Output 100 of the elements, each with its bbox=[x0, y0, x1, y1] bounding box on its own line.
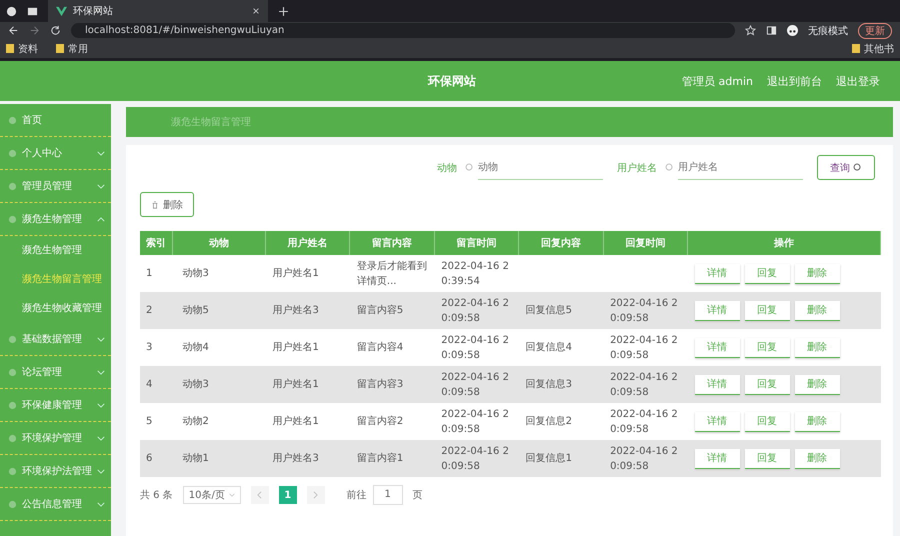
page-button[interactable]: 1 bbox=[278, 486, 297, 504]
star-icon[interactable] bbox=[745, 25, 756, 36]
sidebar-item[interactable]: 个人中心 bbox=[0, 137, 111, 170]
forward-icon[interactable] bbox=[29, 25, 40, 36]
action-button[interactable]: 删除 bbox=[794, 374, 840, 394]
sidebar-subitem[interactable]: 濒危生物管理 bbox=[0, 236, 111, 265]
column-header: 用户姓名 bbox=[266, 231, 350, 255]
action-button[interactable]: 回复 bbox=[744, 338, 790, 358]
table-cell: 动物5 bbox=[172, 292, 266, 329]
table-cell: 留言内容5 bbox=[350, 292, 434, 329]
header-link[interactable]: 退出到前台 bbox=[767, 74, 822, 88]
action-button[interactable]: 详情 bbox=[694, 338, 740, 358]
column-header: 操作 bbox=[688, 231, 880, 255]
table-cell: 2022-04-16 20:09:58 bbox=[434, 440, 519, 477]
close-icon[interactable] bbox=[252, 7, 260, 15]
column-header: 留言时间 bbox=[434, 231, 519, 255]
action-button[interactable]: 回复 bbox=[744, 448, 790, 468]
column-header: 留言内容 bbox=[350, 231, 434, 255]
column-header: 动物 bbox=[172, 231, 266, 255]
sidebar-subitem[interactable]: 濒危生物留言管理 bbox=[0, 265, 111, 294]
chevron-left-icon bbox=[257, 491, 262, 499]
action-button[interactable]: 回复 bbox=[744, 300, 790, 320]
address-field[interactable]: localhost:8081/#/binweishengwuLiuyan bbox=[71, 23, 735, 38]
menu-icon bbox=[8, 500, 17, 508]
window-icon[interactable] bbox=[27, 6, 38, 16]
menu-icon bbox=[8, 368, 17, 376]
plus-icon[interactable] bbox=[278, 6, 289, 16]
action-button[interactable]: 回复 bbox=[744, 264, 790, 284]
vue-logo-icon bbox=[56, 6, 67, 16]
table-cell: 用户姓名3 bbox=[266, 440, 350, 477]
page-suffix: 页 bbox=[412, 489, 423, 502]
table-cell: 用户姓名3 bbox=[266, 292, 350, 329]
action-button[interactable]: 详情 bbox=[694, 374, 740, 394]
action-button[interactable]: 回复 bbox=[744, 374, 790, 394]
action-button[interactable]: 详情 bbox=[694, 412, 740, 432]
column-header: 回复时间 bbox=[603, 231, 688, 255]
total-count: 共 6 条 bbox=[140, 488, 173, 502]
table-cell: 用户姓名1 bbox=[266, 366, 350, 403]
breadcrumb: 濒危生物留言管理 bbox=[171, 116, 251, 129]
action-button[interactable]: 删除 bbox=[794, 412, 840, 432]
browser-tab[interactable]: 环保网站 bbox=[48, 0, 268, 22]
sidebar-subitem[interactable]: 濒危生物收藏管理 bbox=[0, 294, 111, 323]
sidebar-item[interactable]: 首页 bbox=[0, 104, 111, 137]
delete-button[interactable]: 删除 bbox=[140, 192, 194, 217]
profile-label: 无痕模式 bbox=[808, 24, 848, 38]
sidebar-item[interactable]: 濒危生物管理 bbox=[0, 203, 111, 236]
table-cell: 2022-04-16 20:09:58 bbox=[434, 292, 519, 329]
table-cell: 回复信息4 bbox=[518, 329, 604, 366]
search-icon bbox=[853, 163, 862, 172]
incognito-icon[interactable] bbox=[787, 25, 798, 36]
action-button[interactable]: 回复 bbox=[744, 412, 790, 432]
table-cell: 2022-04-16 20:09:58 bbox=[434, 329, 519, 366]
action-button[interactable]: 删除 bbox=[794, 300, 840, 320]
page-size-select[interactable]: 10条/页 bbox=[182, 486, 241, 504]
table-cell: 2022-04-16 20:09:58 bbox=[603, 366, 688, 403]
table-cell: 回复信息3 bbox=[518, 366, 604, 403]
header-link[interactable]: 管理员 admin bbox=[682, 74, 753, 88]
field-label: 用户姓名 bbox=[617, 162, 657, 174]
sidebar-item[interactable]: 环保健康管理 bbox=[0, 389, 111, 422]
bookmark[interactable]: 资料 bbox=[6, 42, 38, 56]
action-button[interactable]: 详情 bbox=[694, 264, 740, 284]
table-cell: 动物1 bbox=[172, 440, 266, 477]
table-cell: 回复信息5 bbox=[518, 292, 604, 329]
sidebar-item[interactable]: 环境保护管理 bbox=[0, 422, 111, 455]
bookmark[interactable]: 其他书 bbox=[852, 42, 894, 56]
page-input[interactable]: 1 bbox=[372, 485, 403, 505]
table-cell: 5 bbox=[140, 403, 172, 440]
table-cell: 回复信息2 bbox=[518, 403, 604, 440]
reload-icon[interactable] bbox=[50, 25, 61, 36]
sidebar-item[interactable]: 管理员管理 bbox=[0, 170, 111, 203]
bookmark[interactable]: 常用 bbox=[56, 42, 88, 56]
table-cell: 6 bbox=[140, 440, 172, 477]
table-cell: 2 bbox=[140, 292, 172, 329]
menu-icon bbox=[8, 334, 17, 344]
sidebar-item[interactable]: 环境保护法管理 bbox=[0, 455, 111, 488]
table-cell: 动物2 bbox=[172, 403, 266, 440]
action-button[interactable]: 详情 bbox=[694, 448, 740, 468]
table-cell: 动物3 bbox=[172, 366, 266, 403]
action-button[interactable]: 删除 bbox=[794, 338, 840, 358]
table-cell: 留言内容2 bbox=[350, 403, 434, 440]
sidebar-icon[interactable] bbox=[766, 25, 777, 36]
search-icon bbox=[465, 163, 474, 172]
action-button[interactable]: 删除 bbox=[794, 448, 840, 468]
back-icon[interactable] bbox=[8, 25, 19, 36]
field-label: 动物 bbox=[437, 162, 457, 174]
sidebar-item[interactable]: 基础数据管理 bbox=[0, 323, 111, 356]
sidebar-item[interactable]: 公告信息管理 bbox=[0, 488, 111, 521]
header-link[interactable]: 退出登录 bbox=[836, 74, 880, 88]
search-button[interactable]: 查询 bbox=[817, 155, 875, 180]
table-cell: 2022-04-16 20:39:54 bbox=[434, 255, 519, 292]
dropdown-icon bbox=[228, 493, 235, 497]
table-cell: 2022-04-16 20:09:58 bbox=[603, 329, 688, 366]
table-cell: 2022-04-16 20:09:58 bbox=[434, 366, 519, 403]
action-button[interactable]: 详情 bbox=[694, 300, 740, 320]
menu-icon bbox=[8, 116, 17, 124]
menu-icon bbox=[8, 434, 17, 442]
table-cell: 2022-04-16 20:09:58 bbox=[603, 403, 688, 440]
menu-icon bbox=[8, 148, 17, 158]
sidebar-item[interactable]: 论坛管理 bbox=[0, 356, 111, 389]
action-button[interactable]: 删除 bbox=[794, 264, 840, 284]
